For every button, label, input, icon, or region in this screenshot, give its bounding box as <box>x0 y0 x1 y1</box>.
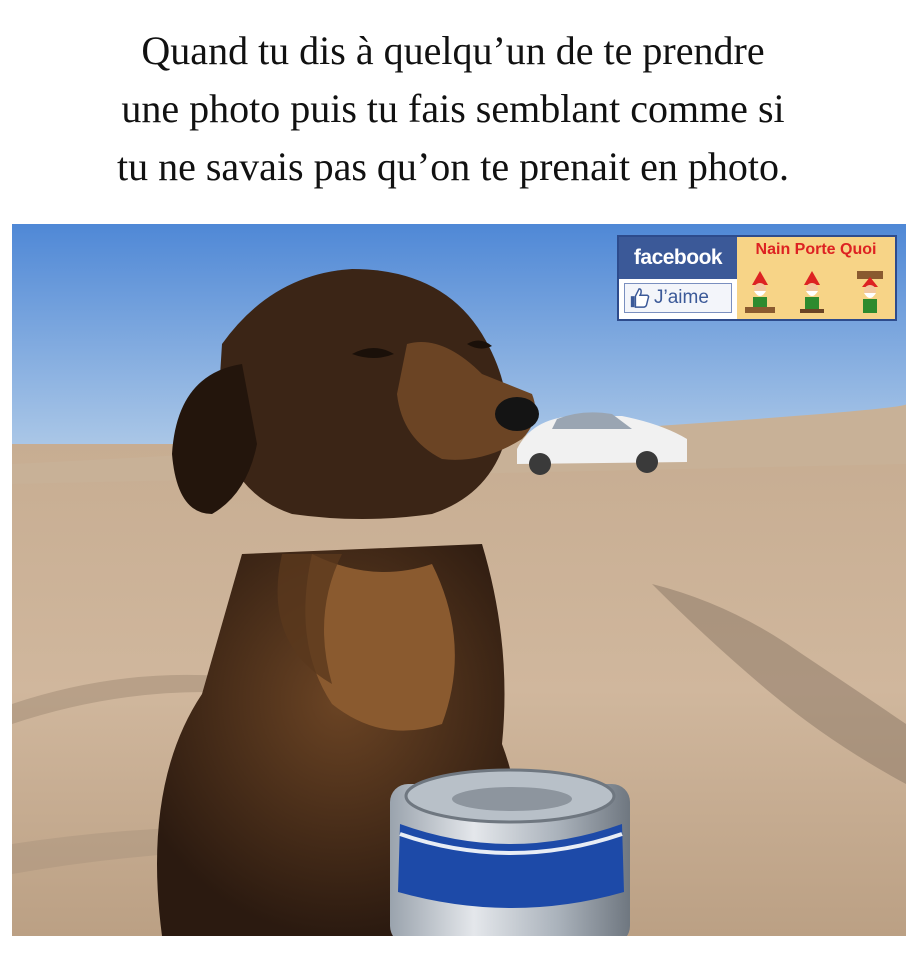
meme-caption: Quand tu dis à quelqu’un de te prendre u… <box>0 22 906 196</box>
caption-line-3: tu ne savais pas qu’on te prenait en pho… <box>116 144 790 189</box>
page-name: Nain Porte Quoi <box>755 241 877 258</box>
gnome-icon <box>745 271 775 313</box>
gnome-icon <box>857 271 883 313</box>
thumbs-up-icon <box>630 288 650 308</box>
caption-line-1: Quand tu dis à quelqu’un de te prendre <box>141 28 765 73</box>
dog-beach-illustration <box>12 224 906 936</box>
facebook-page-badge: facebook J’aime Nain Porte Quoi <box>617 235 897 321</box>
gnome-icon <box>800 271 824 313</box>
like-label: J’aime <box>654 287 709 308</box>
meme-photo <box>12 224 906 936</box>
page-logo-panel: Nain Porte Quoi <box>737 237 895 319</box>
facebook-logo: facebook <box>619 237 737 279</box>
beer-can <box>390 768 630 936</box>
caption-line-2: une photo puis tu fais semblant comme si <box>121 86 785 131</box>
facebook-panel: facebook J’aime <box>619 237 737 319</box>
like-button[interactable]: J’aime <box>624 283 732 313</box>
